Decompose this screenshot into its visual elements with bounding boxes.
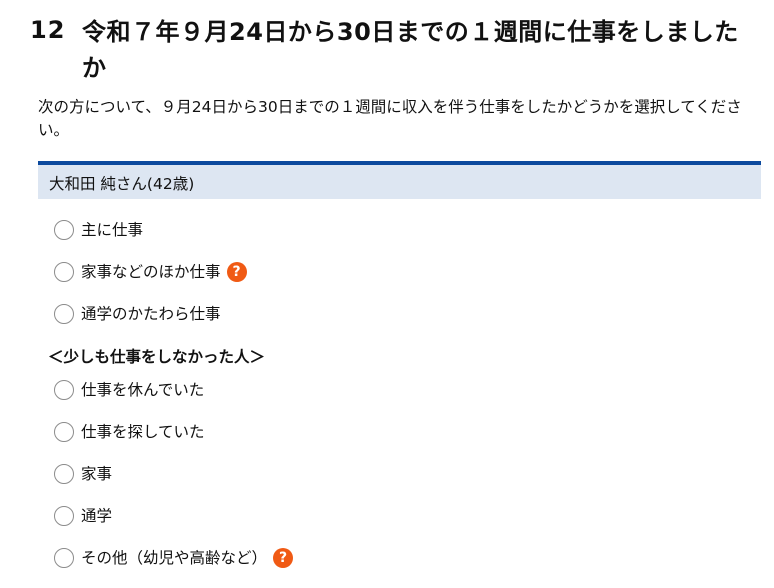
radio-button[interactable]	[54, 304, 74, 324]
radio-button[interactable]	[54, 548, 74, 568]
option-school[interactable]: 通学	[54, 503, 112, 529]
option-job-seeking[interactable]: 仕事を探していた	[54, 419, 205, 445]
group-heading-not-worked: ＜少しも仕事をしなかった人＞	[48, 348, 266, 366]
option-label: 家事などのほか仕事	[81, 263, 221, 281]
option-label: 通学のかたわら仕事	[81, 305, 221, 323]
option-label: 仕事を休んでいた	[81, 381, 205, 399]
option-label: 家事	[81, 465, 113, 483]
option-work-besides-school[interactable]: 通学のかたわら仕事	[54, 301, 221, 327]
option-label: 通学	[81, 507, 113, 525]
question-number: 12	[30, 16, 66, 44]
radio-button[interactable]	[54, 262, 74, 282]
option-other[interactable]: その他（幼児や高齢など） ?	[54, 545, 294, 571]
radio-button[interactable]	[54, 506, 74, 526]
radio-button[interactable]	[54, 464, 74, 484]
radio-button[interactable]	[54, 380, 74, 400]
person-header: 大和田 純さん(42歳)	[38, 161, 761, 199]
option-mainly-work[interactable]: 主に仕事	[54, 217, 143, 243]
option-work-besides-housework[interactable]: 家事などのほか仕事 ?	[54, 259, 247, 285]
question-instruction: 次の方について、９月24日から30日までの１週間に収入を伴う仕事をしたかどうかを…	[38, 98, 742, 139]
person-name: 大和田 純さん(42歳)	[49, 175, 195, 193]
option-label: 主に仕事	[81, 221, 144, 239]
option-housework[interactable]: 家事	[54, 461, 112, 487]
help-icon[interactable]: ?	[273, 548, 294, 568]
option-on-leave[interactable]: 仕事を休んでいた	[54, 377, 204, 403]
option-label: その他（幼児や高齢など）	[81, 549, 268, 567]
radio-button[interactable]	[54, 422, 74, 442]
radio-button[interactable]	[54, 220, 74, 240]
option-label: 仕事を探していた	[81, 423, 205, 441]
question-title: 令和７年９月24日から30日までの１週間に仕事をしましたか	[82, 18, 739, 82]
help-icon[interactable]: ?	[226, 262, 247, 282]
